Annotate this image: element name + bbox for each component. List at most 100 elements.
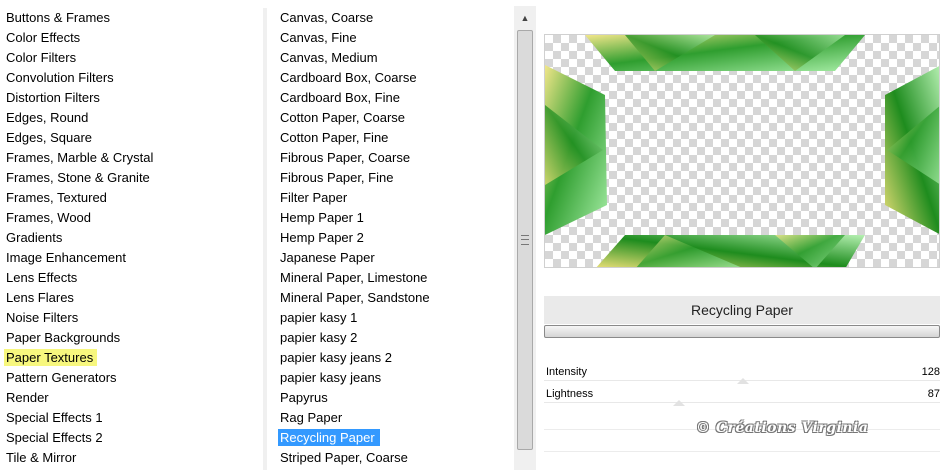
filter-item[interactable]: papier kasy jeans 2 (280, 348, 510, 368)
category-item[interactable]: Lens Flares (6, 288, 256, 308)
category-item-label: Frames, Textured (6, 190, 107, 205)
filter-item[interactable]: Fibrous Paper, Coarse (280, 148, 510, 168)
filter-item[interactable]: Hemp Paper 2 (280, 228, 510, 248)
lightness-slider[interactable]: Lightness 87 (544, 384, 942, 406)
filter-item[interactable]: Striped Paper, Coarse (280, 448, 510, 468)
intensity-value: 128 (921, 366, 940, 378)
filter-item-label: Rag Paper (280, 410, 343, 425)
category-item-label: Frames, Stone & Granite (6, 170, 150, 185)
filter-item[interactable]: Hemp Paper 1 (280, 208, 510, 228)
filter-item[interactable]: Rag Paper (280, 408, 510, 428)
preview-image (544, 34, 940, 268)
filter-item-label: Canvas, Fine (280, 30, 357, 45)
filter-item-label: Fibrous Paper, Fine (280, 170, 394, 185)
category-item-label: Image Enhancement (6, 250, 126, 265)
grip-icon (521, 235, 529, 245)
category-item[interactable]: Gradients (6, 228, 256, 248)
category-item[interactable]: Paper Textures (4, 348, 256, 368)
filter-item-label: Cotton Paper, Coarse (280, 110, 406, 125)
filter-list-scrollbar[interactable]: ▲ (514, 6, 536, 470)
selected-filter-name: Recycling Paper (544, 296, 940, 324)
filter-item-label: Canvas, Coarse (280, 10, 374, 25)
category-item[interactable]: Paper Backgrounds (6, 328, 256, 348)
preview-progress-bar (544, 325, 940, 338)
category-item[interactable]: Convolution Filters (6, 68, 256, 88)
category-item[interactable]: Color Filters (6, 48, 256, 68)
empty-param-row (544, 451, 940, 452)
category-item-label: Buttons & Frames (6, 10, 111, 25)
filter-item-label: Striped Paper, Coarse (280, 450, 408, 465)
lightness-value: 87 (927, 388, 940, 400)
filter-item[interactable]: Cardboard Box, Fine (280, 88, 510, 108)
category-item-label: Edges, Square (6, 130, 93, 145)
category-item[interactable]: Distortion Filters (6, 88, 256, 108)
intensity-label: Intensity (546, 366, 587, 378)
filter-item[interactable]: papier kasy 2 (280, 328, 510, 348)
category-item-label: Special Effects 2 (6, 430, 103, 445)
filter-list[interactable]: Canvas, Coarse Canvas, Fine Canvas, Medium… (278, 8, 510, 468)
filter-item-label: Mineral Paper, Limestone (280, 270, 428, 285)
filter-item[interactable]: Cardboard Box, Coarse (280, 68, 510, 88)
category-list[interactable]: Buttons & Frames Color Effects Color Filte… (4, 8, 256, 468)
filter-item-label: Hemp Paper 2 (280, 230, 364, 245)
watermark-text: © Créations Virginia (696, 420, 869, 436)
filter-item[interactable]: Filter Paper (280, 188, 510, 208)
scrollbar-thumb[interactable] (517, 30, 533, 450)
category-item[interactable]: Edges, Square (6, 128, 256, 148)
filter-item[interactable]: Canvas, Medium (280, 48, 510, 68)
category-item[interactable]: Frames, Stone & Granite (6, 168, 256, 188)
category-item-label: Paper Textures (4, 349, 98, 366)
filter-item-label: Canvas, Medium (280, 50, 378, 65)
scroll-up-icon[interactable]: ▲ (518, 10, 532, 26)
filter-item-label: Recycling Paper (278, 429, 380, 446)
category-item[interactable]: Buttons & Frames (6, 8, 256, 28)
category-item-label: Color Effects (6, 30, 81, 45)
category-item[interactable]: Tile & Mirror (6, 448, 256, 468)
filter-item-label: Hemp Paper 1 (280, 210, 364, 225)
filter-item-label: Filter Paper (280, 190, 348, 205)
category-item[interactable]: Frames, Marble & Crystal (6, 148, 256, 168)
category-item[interactable]: Frames, Wood (6, 208, 256, 228)
category-item-label: Gradients (6, 230, 63, 245)
filter-item-label: papier kasy jeans 2 (280, 350, 393, 365)
category-item-label: Frames, Wood (6, 210, 92, 225)
filter-item[interactable]: Recycling Paper (278, 428, 510, 448)
category-item[interactable]: Frames, Textured (6, 188, 256, 208)
category-item-label: Distortion Filters (6, 90, 100, 105)
filter-item[interactable]: Cotton Paper, Coarse (280, 108, 510, 128)
lightness-slider-thumb[interactable] (673, 400, 685, 406)
filter-item[interactable]: Canvas, Coarse (280, 8, 510, 28)
filter-item[interactable]: papier kasy jeans (280, 368, 510, 388)
filter-item-label: Papyrus (280, 390, 328, 405)
filter-item-label: papier kasy jeans (280, 370, 382, 385)
filter-item[interactable]: Canvas, Fine (280, 28, 510, 48)
filter-item-label: Cardboard Box, Fine (280, 90, 400, 105)
category-item[interactable]: Special Effects 2 (6, 428, 256, 448)
filter-item[interactable]: Cotton Paper, Fine (280, 128, 510, 148)
filter-item[interactable]: Japanese Paper (280, 248, 510, 268)
category-item[interactable]: Image Enhancement (6, 248, 256, 268)
category-item[interactable]: Noise Filters (6, 308, 256, 328)
filter-item-label: papier kasy 2 (280, 330, 358, 345)
filter-item[interactable]: Mineral Paper, Limestone (280, 268, 510, 288)
filter-item-label: Cardboard Box, Coarse (280, 70, 417, 85)
category-item[interactable]: Edges, Round (6, 108, 256, 128)
category-item-label: Lens Flares (6, 290, 74, 305)
category-item[interactable]: Special Effects 1 (6, 408, 256, 428)
category-item[interactable]: Render (6, 388, 256, 408)
lightness-label: Lightness (546, 388, 594, 400)
category-item-label: Tile & Mirror (6, 450, 77, 465)
filter-item[interactable]: Papyrus (280, 388, 510, 408)
filter-item[interactable]: Fibrous Paper, Fine (280, 168, 510, 188)
filter-item[interactable]: papier kasy 1 (280, 308, 510, 328)
category-item-label: Lens Effects (6, 270, 78, 285)
category-item[interactable]: Pattern Generators (6, 368, 256, 388)
category-item[interactable]: Lens Effects (6, 268, 256, 288)
filter-item-label: Japanese Paper (280, 250, 375, 265)
category-item-label: Edges, Round (6, 110, 89, 125)
filter-item[interactable]: Mineral Paper, Sandstone (280, 288, 510, 308)
lightness-track (544, 402, 940, 403)
intensity-slider[interactable]: Intensity 128 (544, 362, 942, 384)
category-item-label: Convolution Filters (6, 70, 114, 85)
category-item[interactable]: Color Effects (6, 28, 256, 48)
